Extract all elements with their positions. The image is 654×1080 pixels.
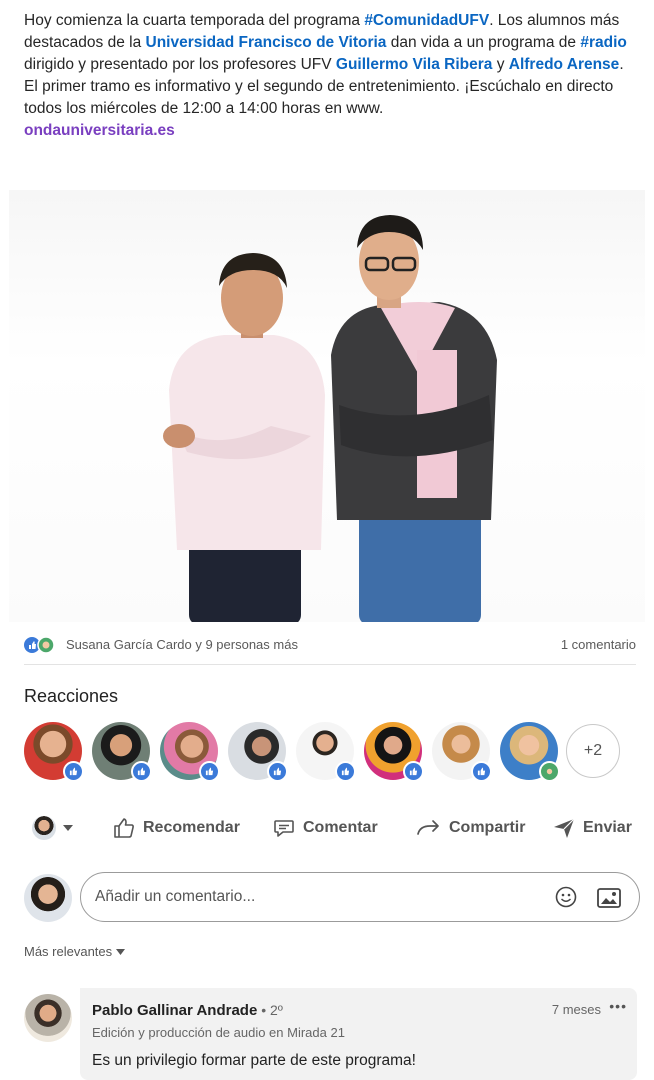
commenter-avatar[interactable] [24,994,72,1042]
reaction-icons[interactable] [24,636,64,654]
post-text-segment: dan vida a un programa de [386,34,581,51]
commenter-name-text: Pablo Gallinar Andrade [92,1002,258,1019]
post-text-segment: dirigido y presentado por los profesores… [24,56,336,73]
comments-count-link[interactable]: 1 comentario [561,637,636,652]
hashtag-comunidadufv-link[interactable]: #ComunidadUFV [364,12,489,29]
add-comment-row: Añadir un comentario... [24,872,640,924]
commenter-headline: Edición y producción de audio en Mirada … [92,1025,345,1040]
smiley-icon[interactable] [555,886,577,913]
comment-card: Pablo Gallinar Andrade • 2º Edición y pr… [80,988,637,1080]
post-text-segment: . [619,56,624,73]
comment-input[interactable]: Añadir un comentario... [80,872,640,922]
share-label: Compartir [449,819,526,836]
user-avatar [24,874,72,922]
like-badge-icon [63,761,84,782]
reactor-avatar[interactable] [500,722,560,782]
like-badge-icon [267,761,288,782]
reactor-avatar[interactable] [228,722,288,782]
post-text: Hoy comienza la cuarta temporada del pro… [24,10,636,142]
share-button[interactable]: Compartir [416,808,525,848]
reactor-avatar[interactable] [296,722,356,782]
reactor-avatar[interactable] [160,722,220,782]
like-badge-icon [335,761,356,782]
reactor-avatar[interactable] [432,722,492,782]
support-badge-icon [539,761,560,782]
share-arrow-icon [417,820,439,835]
website-link[interactable]: ondauniversitaria.es [24,122,175,139]
sort-label: Más relevantes [24,944,113,959]
like-badge-icon [131,761,152,782]
post-text-segment: y [492,56,509,73]
send-label: Enviar [583,819,632,836]
paper-plane-icon [554,818,575,838]
speech-bubble-icon [274,820,294,837]
send-button[interactable]: Enviar [552,808,632,848]
post-photo[interactable] [9,190,645,622]
divider [24,664,636,665]
image-icon[interactable] [597,888,621,913]
comment-options-button[interactable]: ••• [609,998,627,1014]
reactor-avatar[interactable] [24,722,84,782]
thumb-up-outline-icon [114,818,134,838]
comment-text: Es un privilegio formar parte de este pr… [92,1052,416,1069]
sort-comments-dropdown[interactable]: Más relevantes [24,944,126,959]
commenter-name[interactable]: Pablo Gallinar Andrade • 2º [92,1002,283,1019]
reactors-avatar-list: +2 [24,722,636,782]
reaction-identity-selector[interactable] [32,808,73,848]
comment-button[interactable]: Comentar [272,808,378,848]
social-counts-bar: Susana García Cardo y 9 personas más 1 c… [24,634,636,656]
caret-down-icon [116,948,126,955]
caret-down-icon [63,825,73,831]
recommend-button[interactable]: Recomendar [112,808,240,848]
mention-guillermo-link[interactable]: Guillermo Vila Ribera [336,56,493,73]
recommend-label: Recomendar [143,819,240,836]
presenters-photo [163,215,497,622]
user-avatar [32,816,56,840]
post-text-segment: Hoy comienza la cuarta temporada del pro… [24,12,365,29]
comment-label: Comentar [303,819,378,836]
comment-timestamp: 7 meses [551,1002,601,1017]
reactors-link[interactable]: Susana García Cardo y 9 personas más [66,637,298,652]
reactor-avatar[interactable] [92,722,152,782]
connection-degree: • 2º [257,1002,283,1018]
reactions-heading: Reacciones [24,686,119,706]
comment-input-placeholder: Añadir un comentario... [95,888,256,905]
more-reactors-button[interactable]: +2 [566,724,620,778]
hashtag-radio-link[interactable]: #radio [580,34,627,51]
mention-alfredo-link[interactable]: Alfredo Arense [509,56,620,73]
reactor-avatar[interactable] [364,722,424,782]
like-badge-icon [403,761,424,782]
mention-ufv-link[interactable]: Universidad Francisco de Vitoria [146,34,387,51]
like-badge-icon [199,761,220,782]
post-text-segment: El primer tramo es informativo y el segu… [24,78,614,117]
like-badge-icon [471,761,492,782]
post-actions-bar: Recomendar Comentar Compartir Enviar [24,808,644,848]
